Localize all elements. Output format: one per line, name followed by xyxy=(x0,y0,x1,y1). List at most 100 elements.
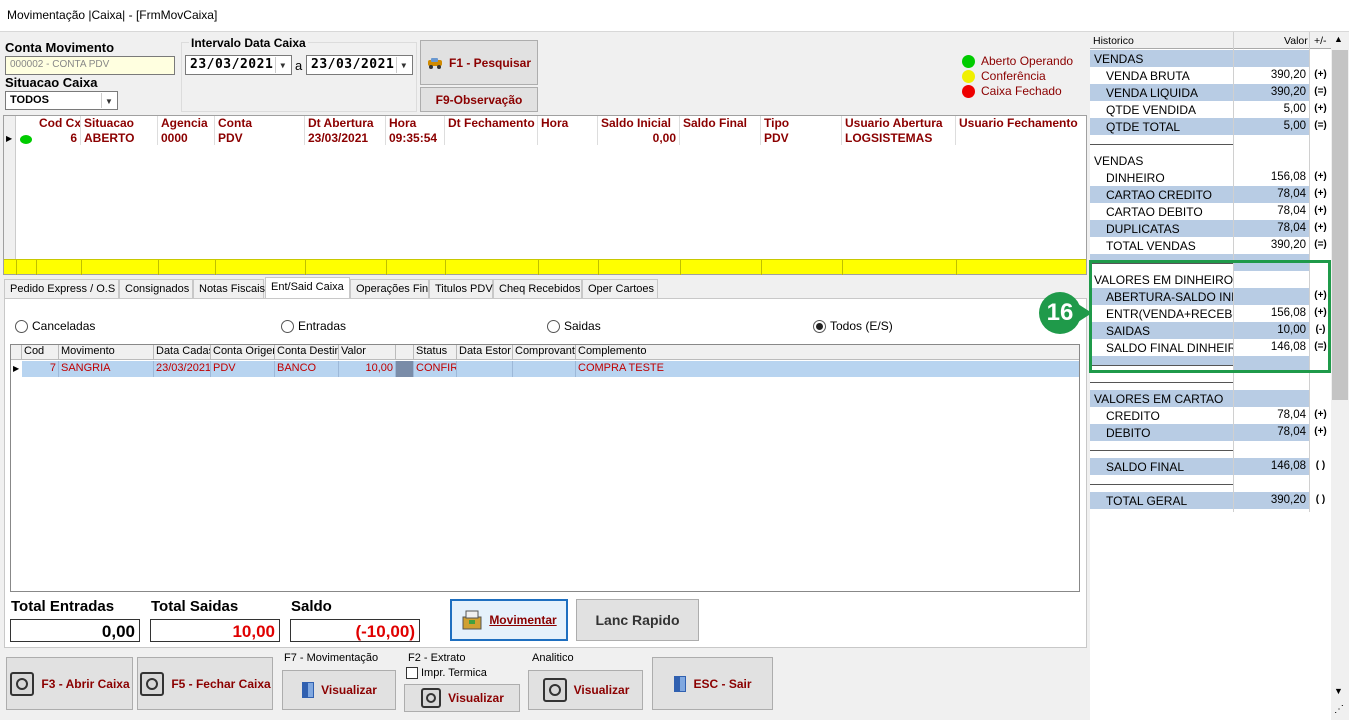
movimentar-button[interactable]: Movimentar xyxy=(450,599,568,641)
tab-ent-said-caixa[interactable]: Ent/Said Caixa xyxy=(265,277,350,298)
summary-row[interactable]: SALDO FINAL 146,08( ) xyxy=(1090,458,1331,475)
tab-oper-cartoes[interactable]: Oper Cartoes xyxy=(582,279,658,298)
lanc-rapido-button[interactable]: Lanc Rapido xyxy=(576,599,699,641)
sair-button[interactable]: ESC - Sair xyxy=(652,657,773,710)
col-cod-cx[interactable]: Cod Cx xyxy=(37,116,81,131)
cell-status[interactable]: CONFIRMADO xyxy=(414,361,457,377)
cell-tipo[interactable]: PDV xyxy=(762,131,842,145)
cell-situacao[interactable]: ABERTO xyxy=(82,131,158,145)
scroll-thumb[interactable] xyxy=(1332,50,1348,400)
caixa-grid[interactable]: ▶ Cod Cx Situacao Agencia Conta Dt Abert… xyxy=(3,115,1087,275)
cell-saldo-inicial[interactable]: 0,00 xyxy=(599,131,680,145)
cell-usuario-fechamento[interactable] xyxy=(957,131,1087,145)
cell-usuario-abertura[interactable]: LOGSISTEMAS xyxy=(843,131,956,145)
col-blank[interactable] xyxy=(396,345,414,360)
cell-valor[interactable]: 10,00 xyxy=(339,361,396,377)
summary-separator[interactable] xyxy=(1090,441,1331,458)
col-movimento[interactable]: Movimento xyxy=(59,345,154,360)
radio-todos[interactable]: Todos (E/S) xyxy=(813,319,893,333)
cell-blank[interactable] xyxy=(396,361,414,377)
summary-row[interactable]: VENDA BRUTA 390,20 (+) xyxy=(1090,67,1331,84)
col-tipo[interactable]: Tipo xyxy=(762,116,842,131)
col-status[interactable]: Status xyxy=(414,345,457,360)
summary-row[interactable]: VENDAS xyxy=(1090,152,1331,169)
cell-saldo-final[interactable] xyxy=(681,131,761,145)
cell-cod[interactable]: 7 xyxy=(22,361,59,377)
observacao-button[interactable]: F9-Observação xyxy=(420,87,538,112)
col-agencia[interactable]: Agencia xyxy=(159,116,215,131)
cell-hora[interactable]: 09:35:54 xyxy=(387,131,445,145)
col-saldo-inicial[interactable]: Saldo Inicial xyxy=(599,116,680,131)
tab-operacoes-fin[interactable]: Operações Fin xyxy=(350,279,429,298)
col-dt-abertura[interactable]: Dt Abertura xyxy=(306,116,386,131)
radio-canceladas[interactable]: Canceladas xyxy=(15,319,95,333)
scroll-down-icon[interactable]: ▼ xyxy=(1334,686,1343,696)
scroll-up-icon[interactable]: ▲ xyxy=(1334,34,1343,44)
tab-pedido-express[interactable]: Pedido Express / O.S xyxy=(4,279,119,298)
summary-row[interactable]: DINHEIRO 156,08 (+) xyxy=(1090,169,1331,186)
summary-separator[interactable] xyxy=(1090,475,1331,492)
tab-consignados[interactable]: Consignados xyxy=(119,279,193,298)
col-cod[interactable]: Cod xyxy=(22,345,59,360)
col-sinal[interactable]: +/- xyxy=(1314,35,1327,47)
summary-row[interactable]: VENDA LIQUIDA 390,20 (=) xyxy=(1090,84,1331,101)
cell-hora-fech[interactable] xyxy=(539,131,598,145)
cell-dt-fechamento[interactable] xyxy=(446,131,538,145)
summary-row[interactable]: DEBITO 78,04 (+) xyxy=(1090,424,1331,441)
cell-movimento[interactable]: SANGRIA xyxy=(59,361,154,377)
summary-scrollbar[interactable]: ▲ ▼ ⋰ xyxy=(1331,32,1349,720)
col-situacao[interactable]: Situacao xyxy=(82,116,158,131)
cell-dt-abertura[interactable]: 23/03/2021 xyxy=(306,131,386,145)
chevron-down-icon[interactable]: ▼ xyxy=(396,57,411,73)
summary-separator[interactable] xyxy=(1090,135,1331,152)
col-historico[interactable]: Historico xyxy=(1093,35,1134,47)
col-hora[interactable]: Hora xyxy=(387,116,445,131)
cell-conta[interactable]: PDV xyxy=(216,131,305,145)
col-hora-fech[interactable]: Hora xyxy=(539,116,598,131)
chevron-down-icon[interactable]: ▼ xyxy=(275,57,290,73)
radio-saidas[interactable]: Saidas xyxy=(547,319,601,333)
visualizar-analitico-button[interactable]: Visualizar xyxy=(528,670,643,710)
col-comprovante[interactable]: Comprovant xyxy=(513,345,576,360)
chevron-down-icon[interactable]: ▼ xyxy=(101,93,116,108)
col-conta-destino[interactable]: Conta Destino xyxy=(275,345,339,360)
col-valor[interactable]: Valor xyxy=(339,345,396,360)
col-saldo-final[interactable]: Saldo Final xyxy=(681,116,761,131)
date-from-field[interactable]: 23/03/2021 ▼ xyxy=(185,55,292,75)
tab-notas-fiscais[interactable]: Notas Fiscais xyxy=(193,279,265,298)
col-conta-origem[interactable]: Conta Origem xyxy=(211,345,275,360)
col-data-cadastro[interactable]: Data Cadas xyxy=(154,345,211,360)
conta-field[interactable]: 000002 - CONTA PDV xyxy=(5,56,175,75)
summary-row[interactable]: TOTAL VENDAS 390,20 (=) xyxy=(1090,237,1331,254)
radio-entradas[interactable]: Entradas xyxy=(281,319,346,333)
date-to-field[interactable]: 23/03/2021 ▼ xyxy=(306,55,413,75)
summary-row[interactable]: DUPLICATAS 78,04 (+) xyxy=(1090,220,1331,237)
summary-row[interactable]: CARTAO DEBITO 78,04 (+) xyxy=(1090,203,1331,220)
summary-row[interactable]: CARTAO CREDITO 78,04 (+) xyxy=(1090,186,1331,203)
summary-separator[interactable] xyxy=(1090,373,1331,390)
tab-cheq-recebidos[interactable]: Cheq Recebidos xyxy=(493,279,582,298)
cell-data-estorno[interactable] xyxy=(457,361,513,377)
summary-row[interactable]: VALORES EM CARTAO xyxy=(1090,390,1331,407)
cell-cod-cx[interactable]: 6 xyxy=(37,131,81,145)
resize-grip-icon[interactable]: ⋰ xyxy=(1334,704,1344,715)
cell-comprovante[interactable] xyxy=(513,361,576,377)
movimento-grid[interactable]: Cod Movimento Data Cadas Conta Origem Co… xyxy=(10,344,1080,592)
col-dt-fechamento[interactable]: Dt Fechamento xyxy=(446,116,538,131)
summary-row[interactable]: CREDITO 78,04 (+) xyxy=(1090,407,1331,424)
col-usuario-fechamento[interactable]: Usuario Fechamento xyxy=(957,116,1087,131)
abrir-caixa-button[interactable]: F3 - Abrir Caixa xyxy=(6,657,133,710)
summary-row[interactable]: VENDAS xyxy=(1090,50,1331,67)
visualizar-movimentacao-button[interactable]: Visualizar xyxy=(282,670,396,710)
fechar-caixa-button[interactable]: F5 - Fechar Caixa xyxy=(137,657,273,710)
tab-titulos-pdv[interactable]: Titulos PDV xyxy=(429,279,493,298)
summary-row[interactable]: QTDE VENDIDA 5,00 (+) xyxy=(1090,101,1331,118)
impr-termica-checkbox[interactable]: Impr. Termica xyxy=(406,667,487,679)
col-conta[interactable]: Conta xyxy=(216,116,305,131)
cell-agencia[interactable]: 0000 xyxy=(159,131,215,145)
situacao-select[interactable]: TODOS ▼ xyxy=(5,91,118,110)
cell-complemento[interactable]: COMPRA TESTE xyxy=(576,361,1079,377)
col-valor[interactable]: Valor xyxy=(1284,35,1308,47)
summary-row[interactable]: QTDE TOTAL 5,00 (=) xyxy=(1090,118,1331,135)
visualizar-extrato-button[interactable]: Visualizar xyxy=(404,684,520,712)
